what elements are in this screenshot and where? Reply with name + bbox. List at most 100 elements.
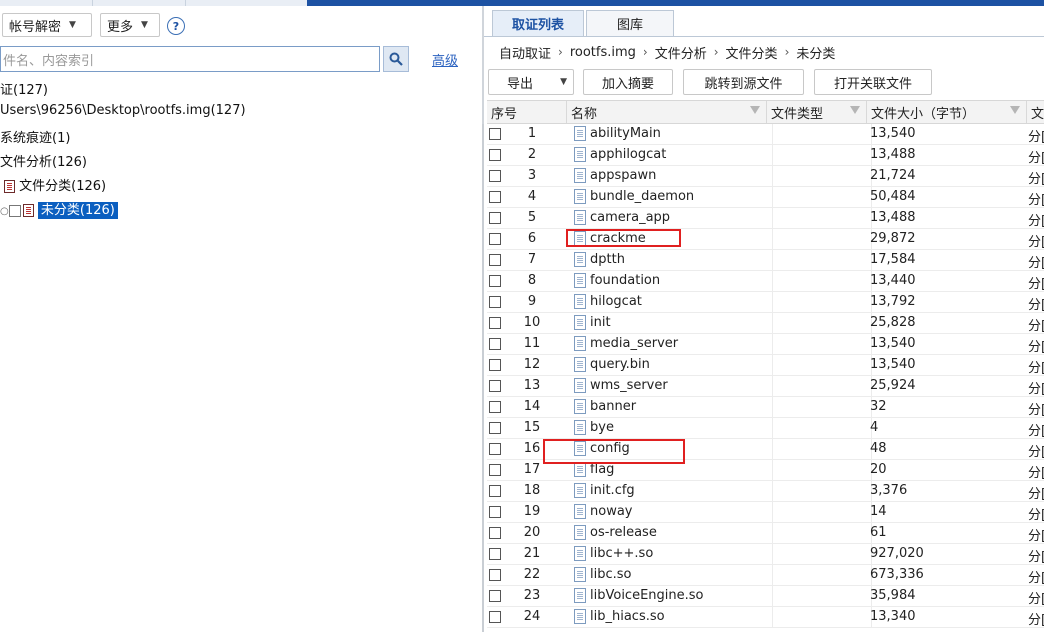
table-row[interactable]: 23 libVoiceEngine.so 35,984 分[ (487, 586, 1044, 607)
file-name[interactable]: init.cfg (590, 483, 635, 498)
file-name[interactable]: foundation (590, 273, 660, 288)
column-header-category[interactable]: 文 (1027, 101, 1044, 123)
tree-item-evidence[interactable]: 证(127) (0, 79, 48, 98)
file-name[interactable]: banner (590, 399, 636, 414)
table-row[interactable]: 12 query.bin 13,540 分[ (487, 355, 1044, 376)
tab-gallery[interactable]: 图库 (586, 10, 674, 36)
row-checkbox[interactable] (489, 359, 501, 371)
add-summary-button[interactable]: 加入摘要 (583, 69, 673, 95)
file-name[interactable]: dptth (590, 252, 625, 267)
breadcrumb-item[interactable]: rootfs.img (570, 45, 636, 60)
tree-item-image-path[interactable]: Users\96256\Desktop\rootfs.img(127) (0, 103, 246, 118)
row-checkbox[interactable] (489, 443, 501, 455)
row-checkbox[interactable] (489, 233, 501, 245)
tree-item-file-analysis[interactable]: 文件分析(126) (0, 151, 87, 170)
row-checkbox[interactable] (489, 149, 501, 161)
row-checkbox[interactable] (489, 317, 501, 329)
row-checkbox[interactable] (489, 338, 501, 350)
tree-item-system-traces[interactable]: 系统痕迹(1) (0, 127, 70, 146)
breadcrumb-item[interactable]: 文件分析 (655, 43, 707, 62)
table-row[interactable]: 15 bye 4 分[ (487, 418, 1044, 439)
row-checkbox[interactable] (489, 128, 501, 140)
row-checkbox[interactable] (489, 611, 501, 623)
row-checkbox[interactable] (489, 527, 501, 539)
table-row[interactable]: 9 hilogcat 13,792 分[ (487, 292, 1044, 313)
open-related-file-button[interactable]: 打开关联文件 (814, 69, 932, 95)
breadcrumb-item[interactable]: 自动取证 (499, 43, 551, 62)
row-checkbox[interactable] (489, 191, 501, 203)
table-row[interactable]: 18 init.cfg 3,376 分[ (487, 481, 1044, 502)
column-header-file-size[interactable]: 文件大小（字节） (867, 101, 1027, 123)
table-row[interactable]: 1 abilityMain 13,540 分[ (487, 124, 1044, 145)
expander-icon[interactable]: ○ (0, 206, 9, 217)
file-name[interactable]: lib_hiacs.so (590, 609, 665, 624)
row-checkbox[interactable] (489, 275, 501, 287)
table-row[interactable]: 4 bundle_daemon 50,484 分[ (487, 187, 1044, 208)
table-row[interactable]: 3 appspawn 21,724 分[ (487, 166, 1044, 187)
file-name[interactable]: init (590, 315, 611, 330)
table-row[interactable]: 13 wms_server 25,924 分[ (487, 376, 1044, 397)
filter-icon[interactable] (850, 106, 860, 114)
row-checkbox[interactable] (489, 170, 501, 182)
more-dropdown[interactable]: 更多 ▼ (100, 13, 160, 37)
file-name[interactable]: bundle_daemon (590, 189, 694, 204)
file-name[interactable]: libc++.so (590, 546, 653, 561)
row-checkbox[interactable] (489, 464, 501, 476)
account-decrypt-dropdown[interactable]: 帐号解密 ▼ (2, 13, 92, 37)
breadcrumb-item[interactable]: 未分类 (796, 43, 835, 62)
table-row[interactable]: 5 camera_app 13,488 分[ (487, 208, 1044, 229)
table-row[interactable]: 22 libc.so 673,336 分[ (487, 565, 1044, 586)
file-name[interactable]: wms_server (590, 378, 668, 393)
file-name[interactable]: flag (590, 462, 614, 477)
table-row[interactable]: 20 os-release 61 分[ (487, 523, 1044, 544)
file-name[interactable]: libVoiceEngine.so (590, 588, 703, 603)
table-row[interactable]: 24 lib_hiacs.so 13,340 分[ (487, 607, 1044, 628)
file-name[interactable]: query.bin (590, 357, 650, 372)
file-name[interactable]: hilogcat (590, 294, 642, 309)
file-name[interactable]: os-release (590, 525, 657, 540)
row-checkbox[interactable] (489, 485, 501, 497)
column-header-name[interactable]: 名称 (567, 101, 767, 123)
jump-to-source-button[interactable]: 跳转到源文件 (683, 69, 804, 95)
row-checkbox[interactable] (489, 254, 501, 266)
file-name[interactable]: bye (590, 420, 614, 435)
search-button[interactable] (383, 46, 409, 72)
row-checkbox[interactable] (489, 548, 501, 560)
table-row[interactable]: 11 media_server 13,540 分[ (487, 334, 1044, 355)
table-row[interactable]: 21 libc++.so 927,020 分[ (487, 544, 1044, 565)
filter-icon[interactable] (1010, 106, 1020, 114)
file-name[interactable]: media_server (590, 336, 678, 351)
file-name[interactable]: abilityMain (590, 126, 661, 141)
row-checkbox[interactable] (489, 212, 501, 224)
row-checkbox[interactable] (489, 590, 501, 602)
file-name[interactable]: noway (590, 504, 633, 519)
column-header-index[interactable]: 序号 (487, 101, 567, 123)
row-checkbox[interactable] (489, 506, 501, 518)
tree-item-unclassified[interactable]: ○ 未分类(126) (0, 199, 118, 219)
tree-item-file-classification[interactable]: 文件分类(126) (4, 175, 106, 194)
row-checkbox[interactable] (489, 401, 501, 413)
export-button[interactable]: 导出 ▼ (488, 69, 574, 95)
table-row[interactable]: 8 foundation 13,440 分[ (487, 271, 1044, 292)
file-name[interactable]: apphilogcat (590, 147, 666, 162)
file-name[interactable]: libc.so (590, 567, 631, 582)
search-input[interactable]: 件名、内容索引 (0, 46, 380, 72)
file-name[interactable]: appspawn (590, 168, 656, 183)
table-row[interactable]: 14 banner 32 分[ (487, 397, 1044, 418)
table-row[interactable]: 7 dptth 17,584 分[ (487, 250, 1044, 271)
advanced-search-link[interactable]: 高级 (432, 50, 458, 69)
table-row[interactable]: 10 init 25,828 分[ (487, 313, 1044, 334)
row-checkbox[interactable] (489, 380, 501, 392)
row-checkbox[interactable] (489, 422, 501, 434)
tab-evidence-list[interactable]: 取证列表 (492, 10, 584, 36)
column-header-file-type[interactable]: 文件类型 (767, 101, 867, 123)
breadcrumb-item[interactable]: 文件分类 (726, 43, 778, 62)
row-checkbox[interactable] (489, 569, 501, 581)
row-checkbox[interactable] (489, 296, 501, 308)
filter-icon[interactable] (750, 106, 760, 114)
table-row[interactable]: 2 apphilogcat 13,488 分[ (487, 145, 1044, 166)
table-row[interactable]: 19 noway 14 分[ (487, 502, 1044, 523)
help-icon[interactable]: ? (167, 17, 185, 35)
tree-checkbox[interactable] (8, 204, 21, 217)
file-name[interactable]: camera_app (590, 210, 670, 225)
